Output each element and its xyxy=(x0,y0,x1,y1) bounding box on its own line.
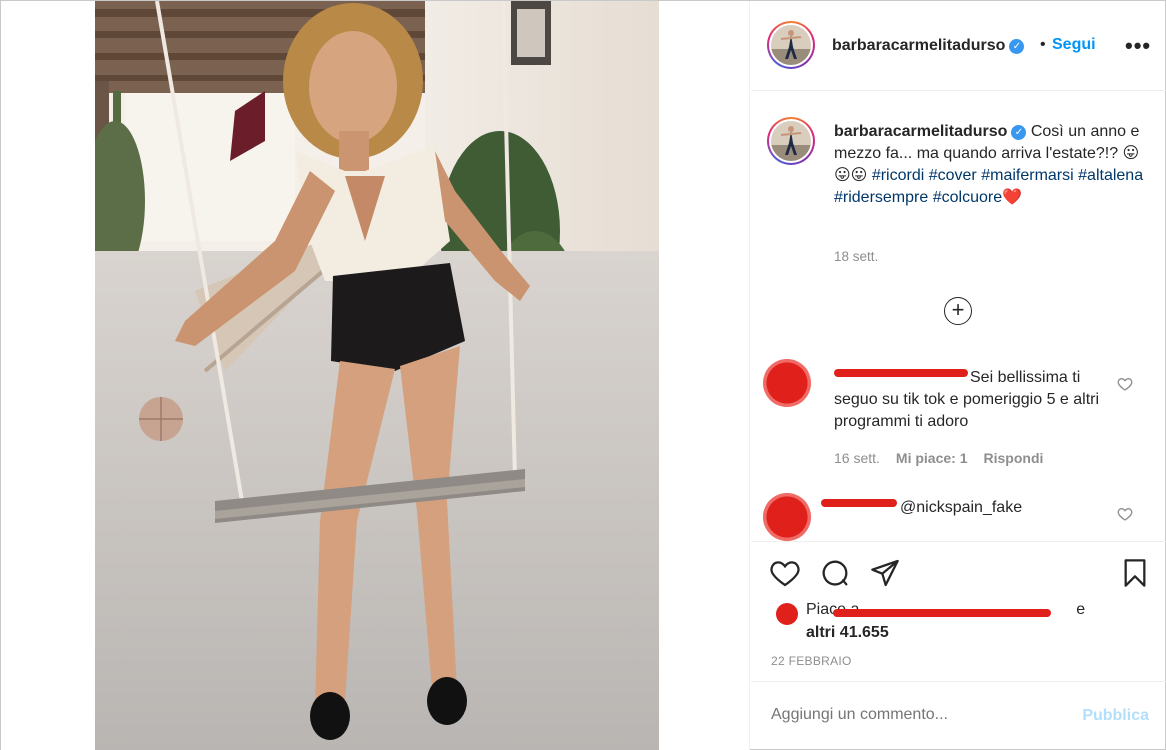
hashtag-link[interactable]: #maifermarsi xyxy=(981,167,1073,184)
plus-circle-icon[interactable]: + xyxy=(944,297,972,325)
heart-icon[interactable] xyxy=(1117,506,1133,522)
comment-mention[interactable]: @nickspain_fake xyxy=(900,497,1022,519)
hashtag-link[interactable]: #ridersempre xyxy=(834,189,928,206)
heart-emoji: ❤️ xyxy=(1002,189,1023,206)
redacted-liker xyxy=(833,609,1051,617)
photo-illustration xyxy=(95,1,659,750)
reply-button[interactable]: Rispondi xyxy=(984,450,1044,466)
comment-time[interactable]: 16 sett. xyxy=(834,450,880,466)
liker-avatar[interactable] xyxy=(776,603,798,625)
caption-time[interactable]: 18 sett. xyxy=(834,249,878,264)
hashtag-link[interactable]: #ricordi xyxy=(872,167,924,184)
post-photo[interactable] xyxy=(95,1,659,750)
post-date[interactable]: 22 FEBBRAIO xyxy=(771,654,852,668)
caption-avatar[interactable] xyxy=(767,117,815,165)
separator-dot: • xyxy=(1040,36,1046,53)
avatar-photo xyxy=(771,25,811,65)
post-header: barbaracarmelitadurso ✓ • Segui ••• xyxy=(751,1,1166,91)
caption-text: barbaracarmelitadurso ✓ Così un anno e me… xyxy=(834,121,1144,209)
header-avatar[interactable] xyxy=(767,21,815,69)
hashtag-link[interactable]: #altalena xyxy=(1078,167,1143,184)
share-icon[interactable] xyxy=(869,557,901,589)
comment-avatar[interactable] xyxy=(763,493,811,541)
post-side-panel: barbaracarmelitadurso ✓ • Segui ••• barb… xyxy=(751,1,1166,750)
comment-meta: 16 sett. Mi piace: 1 Rispondi xyxy=(834,450,1059,466)
heart-icon[interactable] xyxy=(769,557,801,589)
header-username[interactable]: barbaracarmelitadurso ✓ xyxy=(832,37,1025,55)
bookmark-icon[interactable] xyxy=(1119,557,1151,589)
comment-input[interactable] xyxy=(771,706,1071,724)
comment-icon[interactable] xyxy=(819,557,851,589)
comment-avatar[interactable] xyxy=(763,359,811,407)
likes-count[interactable]: altri 41.655 xyxy=(806,624,889,642)
hashtag-link[interactable]: #cover xyxy=(929,167,977,184)
comment-text: Sei bellissima ti seguo su tik tok e pom… xyxy=(834,369,1100,430)
caption-username[interactable]: barbaracarmelitadurso xyxy=(834,123,1007,140)
publish-button[interactable]: Pubblica xyxy=(1082,707,1149,725)
redacted-username xyxy=(821,499,897,507)
verified-badge-icon: ✓ xyxy=(1009,39,1025,54)
comment-likes[interactable]: Mi piace: 1 xyxy=(896,450,968,466)
heart-icon[interactable] xyxy=(1117,376,1133,392)
post-image-area xyxy=(1,1,750,750)
follow-button[interactable]: Segui xyxy=(1052,36,1096,54)
hashtag-link[interactable]: #colcuore xyxy=(933,189,1002,206)
add-comment-bar: Pubblica xyxy=(751,681,1166,750)
more-icon[interactable]: ••• xyxy=(1125,33,1151,59)
verified-badge-icon: ✓ xyxy=(1011,125,1027,140)
instagram-post-window: barbaracarmelitadurso ✓ • Segui ••• barb… xyxy=(0,0,1166,750)
